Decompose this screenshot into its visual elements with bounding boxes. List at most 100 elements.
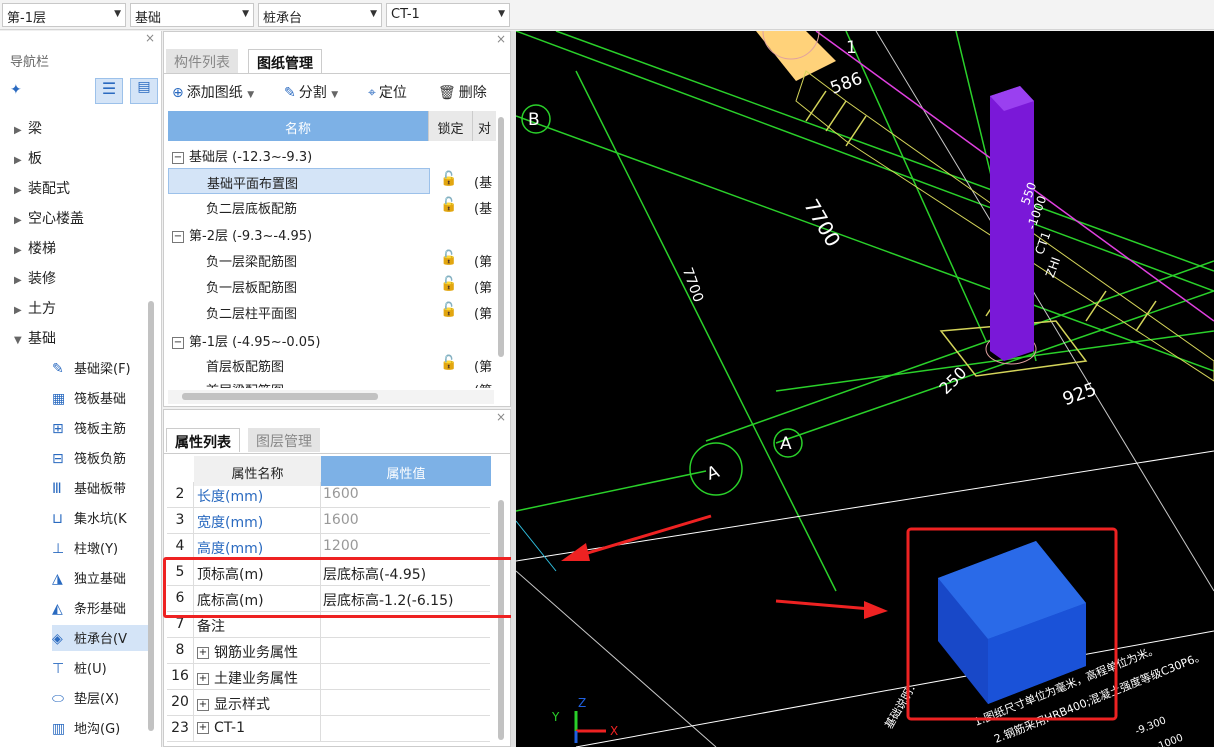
- close-icon[interactable]: ×: [145, 31, 155, 45]
- lock-icon[interactable]: 🔓: [440, 197, 457, 213]
- nav-sub-7[interactable]: ◮ 独立基础: [52, 565, 148, 591]
- chevron-down-icon: ▼: [370, 9, 377, 19]
- prop-name: 宽度(mm): [197, 515, 264, 531]
- sparkle-icon[interactable]: ✦: [10, 82, 22, 98]
- drawing-row[interactable]: 负二层底板配筋: [168, 194, 430, 220]
- group-floor-minus1[interactable]: − 第-1层 (-4.95~-0.05): [172, 327, 320, 353]
- prop-row-length[interactable]: 2 长度(mm) 1600: [167, 482, 490, 508]
- drawing-row[interactable]: 首层板配筋图: [168, 352, 430, 378]
- prop-value[interactable]: 1600: [323, 512, 359, 528]
- nav-scrollbar[interactable]: [148, 301, 154, 731]
- prop-value[interactable]: 1600: [323, 486, 359, 502]
- type-value: 桩承台: [263, 11, 303, 26]
- col-lock-header[interactable]: 锁定: [428, 111, 472, 141]
- close-icon[interactable]: ×: [496, 32, 506, 46]
- group-foundation-floor[interactable]: − 基础层 (-12.3~-9.3): [172, 142, 312, 168]
- col-ref-header[interactable]: 对: [472, 111, 496, 141]
- prop-row-width[interactable]: 3 宽度(mm) 1600: [167, 508, 490, 534]
- drawing-row[interactable]: 负一层梁配筋图: [168, 247, 430, 273]
- collapse-icon[interactable]: −: [172, 151, 184, 164]
- nav-item-foundation[interactable]: ▼ 基础: [14, 328, 56, 350]
- nav-item-prefab[interactable]: ▶ 装配式: [14, 178, 70, 200]
- nav-item-label: 基础: [28, 331, 56, 347]
- tab-layers[interactable]: 图层管理: [248, 428, 320, 452]
- caret-right-icon: ▶: [14, 275, 22, 286]
- instance-dropdown[interactable]: CT-1 ▼: [386, 3, 510, 27]
- add-drawing-button[interactable]: ⊕ 添加图纸 ▼: [172, 82, 254, 102]
- nav-item-decor[interactable]: ▶ 装修: [14, 268, 56, 290]
- list-view-icon[interactable]: ☰: [95, 78, 123, 104]
- lock-icon[interactable]: 🔓: [440, 276, 457, 292]
- collapse-icon[interactable]: −: [172, 336, 184, 349]
- plus-box-icon: ⊞: [52, 421, 64, 437]
- prop-row-display[interactable]: 20 + 显示样式: [167, 690, 490, 716]
- prop-row-ct1[interactable]: 23 + CT-1: [167, 716, 490, 742]
- nav-item-stair[interactable]: ▶ 楼梯: [14, 238, 56, 260]
- highlight-box: [163, 557, 516, 618]
- nav-sub-label: 集水坑(K: [74, 512, 127, 527]
- group-floor-minus2[interactable]: − 第-2层 (-9.3~-4.95): [172, 221, 312, 247]
- cyan-line: [516, 520, 557, 572]
- type-dropdown[interactable]: 桩承台 ▼: [258, 3, 382, 27]
- prop-value[interactable]: 1200: [323, 538, 359, 554]
- lock-icon[interactable]: 🔓: [440, 355, 457, 371]
- detail-view-icon[interactable]: ▤: [130, 78, 158, 104]
- nav-sub-2[interactable]: ⊞ 筏板主筋: [52, 415, 148, 441]
- nav-sub-label: 桩(U): [74, 662, 107, 677]
- expand-icon[interactable]: +: [197, 673, 209, 685]
- delete-button[interactable]: 🗑 删除: [438, 82, 487, 102]
- nav-item-hollow[interactable]: ▶ 空心楼盖: [14, 208, 84, 230]
- drawing-row-partial[interactable]: 首层梁配筋图: [168, 378, 430, 388]
- split-button[interactable]: ✎ 分割 ▼: [284, 82, 338, 102]
- floor-value: 第-1层: [7, 11, 46, 26]
- category-dropdown[interactable]: 基础 ▼: [130, 3, 254, 27]
- nav-item-slab[interactable]: ▶ 板: [14, 148, 42, 170]
- lock-icon[interactable]: 🔓: [440, 250, 457, 266]
- dim-7700: 7700: [799, 195, 845, 251]
- lock-icon[interactable]: 🔓: [440, 302, 457, 318]
- drawing-row-selected[interactable]: 基础平面布置图: [168, 168, 430, 194]
- cad-viewport[interactable]: A A B 1 7700 7700 586 250 925 ZHI CT1 -1…: [516, 31, 1214, 747]
- nav-item-beam[interactable]: ▶ 梁: [14, 118, 42, 140]
- nav-sub-label: 地沟(G): [74, 722, 121, 737]
- floor-dropdown[interactable]: 第-1层 ▼: [2, 3, 126, 27]
- col-name-header[interactable]: 名称: [168, 111, 428, 141]
- nav-sub-11[interactable]: ⬭ 垫层(X): [52, 685, 148, 711]
- nav-sub-8[interactable]: ◭ 条形基础: [52, 595, 148, 621]
- expand-icon[interactable]: +: [197, 647, 209, 659]
- close-icon[interactable]: ×: [496, 410, 506, 424]
- locate-button[interactable]: ⌖ 定位: [368, 82, 407, 102]
- drawing-name: 负二层柱平面图: [206, 307, 298, 322]
- prop-v-scrollbar[interactable]: [498, 500, 504, 740]
- expand-icon[interactable]: +: [197, 699, 209, 711]
- nav-sub-3[interactable]: ⊟ 筏板负筋: [52, 445, 148, 471]
- collapse-icon[interactable]: −: [172, 230, 184, 243]
- nav-sub-12[interactable]: ▥ 地沟(G): [52, 715, 148, 741]
- rebar-icon: ⊟: [52, 451, 64, 467]
- v-scrollbar-thumb[interactable]: [498, 117, 504, 357]
- split-icon: ✎: [284, 85, 296, 101]
- nav-sub-10[interactable]: ⊤ 桩(U): [52, 655, 148, 681]
- footing-icon: ◮: [52, 571, 63, 587]
- caret-right-icon: ▶: [14, 185, 22, 196]
- grid-line: [516, 115, 1214, 372]
- drawing-row[interactable]: 负二层柱平面图: [168, 299, 430, 325]
- h-scrollbar-thumb[interactable]: [182, 393, 378, 400]
- tab-props[interactable]: 属性列表: [166, 428, 240, 452]
- nav-item-earth[interactable]: ▶ 土方: [14, 298, 56, 320]
- tab-component-list[interactable]: 构件列表: [166, 49, 238, 73]
- nav-sub-4[interactable]: Ⅲ 基础板带: [52, 475, 148, 501]
- nav-sub-6[interactable]: ⊥ 柱墩(Y): [52, 535, 148, 561]
- nav-sub-9[interactable]: ◈ 桩承台(V: [52, 625, 148, 651]
- drawing-row[interactable]: 负一层板配筋图: [168, 273, 430, 299]
- hatch: [805, 90, 1157, 332]
- nav-sub-1[interactable]: ▦ 筏板基础: [52, 385, 148, 411]
- nav-sub-5[interactable]: ⊔ 集水坑(K: [52, 505, 148, 531]
- expand-icon[interactable]: +: [197, 722, 209, 734]
- prop-row-rebar[interactable]: 8 + 钢筋业务属性: [167, 638, 490, 664]
- nav-sub-0[interactable]: ✎ 基础梁(F): [52, 355, 148, 381]
- lock-icon[interactable]: 🔓: [440, 171, 457, 187]
- prop-row-civil[interactable]: 16 + 土建业务属性: [167, 664, 490, 690]
- tab-drawing-manage[interactable]: 图纸管理: [248, 49, 322, 73]
- row-num: 2: [175, 486, 185, 502]
